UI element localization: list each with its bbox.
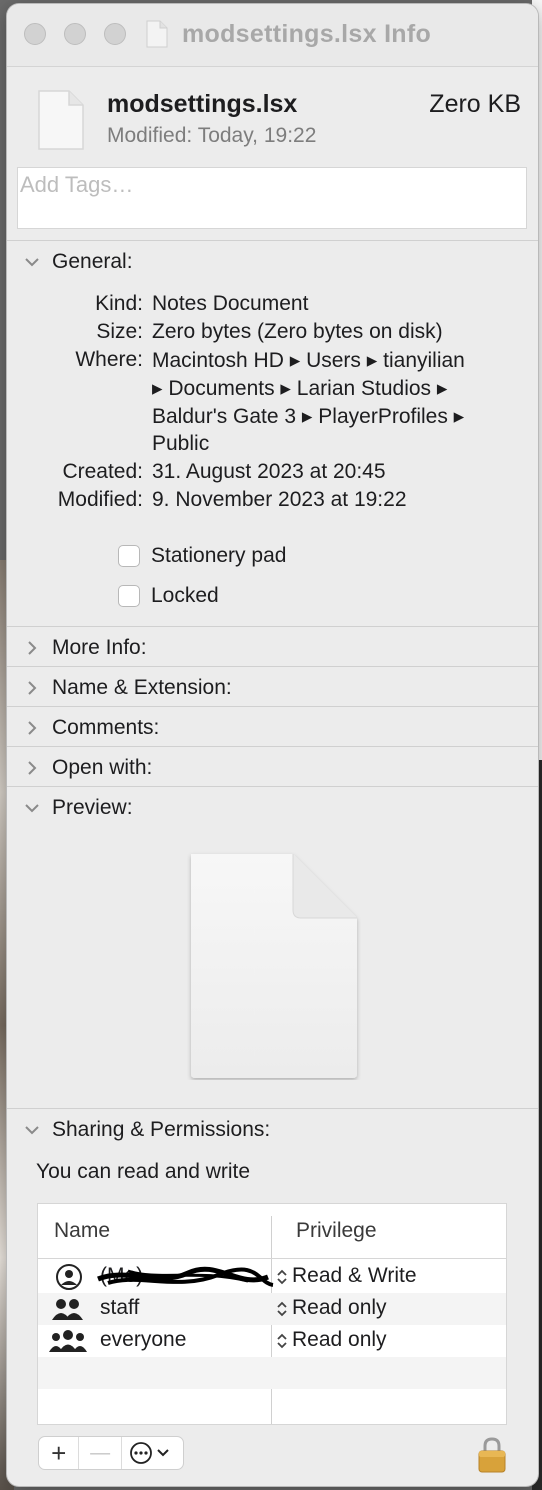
- user-icon: [56, 1264, 82, 1290]
- tags-input[interactable]: [18, 168, 528, 198]
- info-window: modsettings.lsx Info modsettings.lsx Zer…: [7, 4, 538, 1486]
- kind-value: Notes Document: [152, 292, 309, 315]
- chevron-right-icon: [23, 639, 41, 657]
- empty-row: [38, 1357, 506, 1389]
- column-header-name[interactable]: Name: [54, 1219, 110, 1243]
- permissions-table: Name Privilege (Me) Read & Write staff R…: [37, 1203, 507, 1425]
- document-icon: [146, 20, 168, 48]
- locked-label: Locked: [151, 584, 219, 607]
- where-label: Where:: [75, 348, 143, 371]
- section-comments[interactable]: Comments:: [23, 716, 159, 740]
- everyone-icon: [49, 1330, 87, 1352]
- modified-date-label: Modified:: [57, 488, 143, 511]
- remove-button[interactable]: —: [79, 1437, 122, 1469]
- modified-label: Modified:: [107, 124, 193, 147]
- size-value: Zero bytes (Zero bytes on disk): [152, 320, 443, 343]
- section-general-label: General:: [52, 250, 133, 273]
- where-line-1: Macintosh HD ▸ Users ▸ tianyilian: [152, 349, 465, 372]
- divider: [7, 666, 538, 667]
- locked-option[interactable]: Locked: [118, 584, 219, 608]
- privilege-value[interactable]: Read only: [292, 1328, 387, 1352]
- stepper-icon: [277, 1333, 287, 1349]
- action-menu-button[interactable]: [122, 1437, 183, 1469]
- table-row[interactable]: everyone Read only: [38, 1325, 506, 1357]
- chevron-right-icon: [23, 759, 41, 777]
- privilege-value[interactable]: Read & Write: [292, 1264, 417, 1288]
- column-header-privilege[interactable]: Privilege: [296, 1219, 377, 1243]
- created-value: 31. August 2023 at 20:45: [152, 460, 386, 483]
- divider: [7, 1108, 538, 1109]
- empty-row: [38, 1389, 506, 1421]
- chevron-down-icon: [23, 799, 41, 817]
- permissions-toolbar: + —: [38, 1436, 184, 1470]
- add-button[interactable]: +: [39, 1437, 80, 1469]
- chevron-right-icon: [23, 719, 41, 737]
- close-button[interactable]: [24, 23, 46, 45]
- section-more-info[interactable]: More Info:: [23, 636, 147, 660]
- stationery-pad-checkbox[interactable]: [118, 545, 140, 567]
- chevron-down-icon: [23, 1121, 41, 1139]
- section-name-extension[interactable]: Name & Extension:: [23, 676, 232, 700]
- stepper-icon: [277, 1301, 287, 1317]
- chevron-right-icon: [23, 679, 41, 697]
- file-icon: [38, 90, 84, 150]
- header-divider: [38, 1258, 506, 1259]
- where-line-3: Baldur's Gate 3 ▸ PlayerProfiles ▸: [152, 405, 465, 428]
- zoom-button[interactable]: [104, 23, 126, 45]
- group-name: everyone: [100, 1328, 187, 1351]
- divider: [7, 706, 538, 707]
- privilege-value[interactable]: Read only: [292, 1296, 387, 1320]
- file-size: Zero KB: [429, 90, 521, 118]
- divider: [7, 746, 538, 747]
- stationery-pad-option[interactable]: Stationery pad: [118, 544, 286, 568]
- divider: [7, 626, 538, 627]
- modified-date-value: 9. November 2023 at 19:22: [152, 488, 407, 511]
- minimize-button[interactable]: [64, 23, 86, 45]
- file-header: modsettings.lsx Zero KB Modified: Today,…: [7, 67, 538, 167]
- section-open-with-label: Open with:: [52, 756, 153, 779]
- section-general[interactable]: General:: [23, 250, 133, 274]
- section-comments-label: Comments:: [52, 716, 160, 739]
- created-label: Created:: [62, 460, 143, 483]
- section-sharing-label: Sharing & Permissions:: [52, 1118, 271, 1141]
- chevron-down-icon: [23, 253, 41, 271]
- group-name: staff: [100, 1296, 140, 1319]
- modified-summary: Modified: Today, 19:22: [107, 124, 316, 148]
- size-label: Size:: [96, 320, 143, 343]
- file-name: modsettings.lsx: [107, 90, 298, 118]
- kind-label: Kind:: [95, 292, 143, 315]
- divider: [7, 786, 538, 787]
- section-open-with[interactable]: Open with:: [23, 756, 152, 780]
- section-sharing[interactable]: Sharing & Permissions:: [23, 1118, 270, 1142]
- window-title: modsettings.lsx Info: [182, 20, 432, 48]
- ellipsis-icon: [130, 1442, 170, 1464]
- table-row[interactable]: (Me) Read & Write: [38, 1261, 506, 1293]
- section-preview[interactable]: Preview:: [23, 796, 133, 820]
- table-row[interactable]: staff Read only: [38, 1293, 506, 1325]
- stepper-icon: [277, 1269, 287, 1285]
- permission-summary: You can read and write: [36, 1160, 251, 1183]
- section-more-info-label: More Info:: [52, 636, 147, 659]
- stationery-pad-label: Stationery pad: [151, 544, 287, 567]
- title-bar[interactable]: modsettings.lsx Info: [7, 4, 538, 67]
- document-preview-icon: [191, 854, 357, 1078]
- locked-checkbox[interactable]: [118, 585, 140, 607]
- where-line-2: ▸ Documents ▸ Larian Studios ▸: [152, 377, 448, 400]
- section-name-extension-label: Name & Extension:: [52, 676, 232, 699]
- tags-field-box[interactable]: [17, 167, 528, 229]
- redaction-scribble: [97, 1266, 274, 1287]
- section-preview-label: Preview:: [52, 796, 133, 819]
- lock-icon[interactable]: [477, 1436, 507, 1474]
- group-icon: [52, 1299, 83, 1320]
- modified-value: Today, 19:22: [197, 124, 317, 147]
- where-line-4: Public: [152, 432, 210, 455]
- add-glyph: +: [51, 1438, 67, 1468]
- divider: [7, 240, 538, 241]
- remove-glyph: —: [90, 1442, 111, 1464]
